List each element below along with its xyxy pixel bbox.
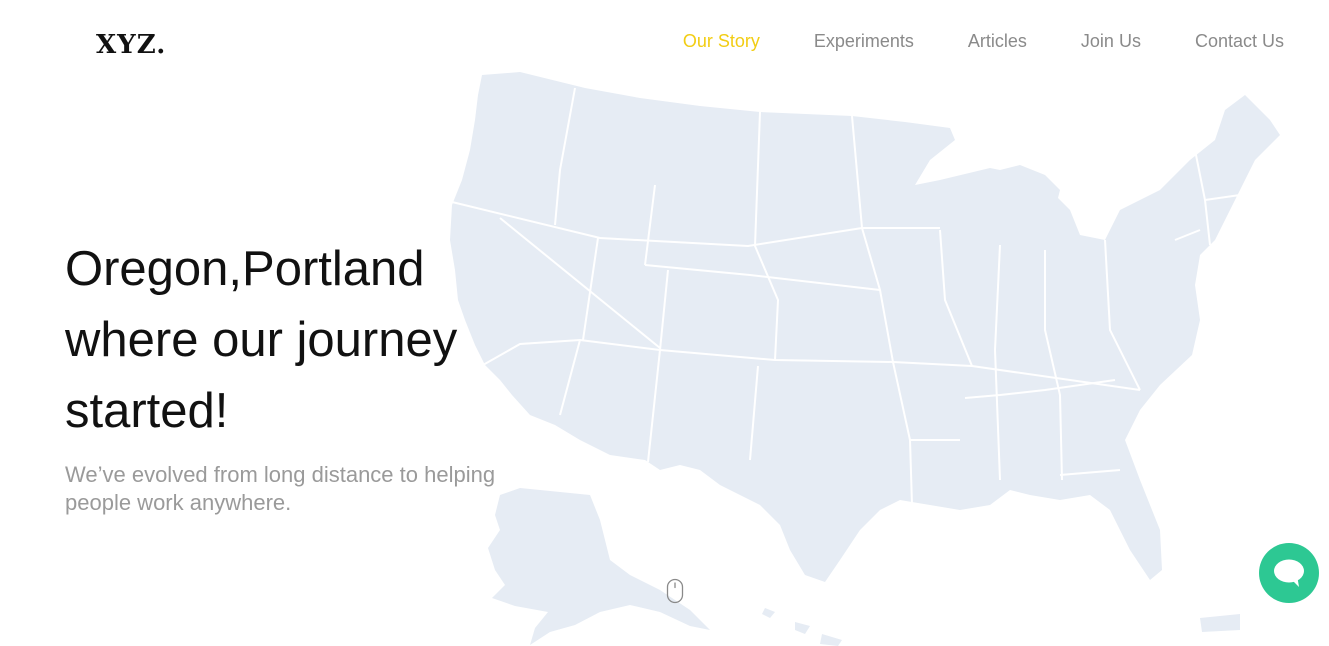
main-nav: Our Story Experiments Articles Join Us C… bbox=[683, 31, 1284, 52]
chat-button[interactable] bbox=[1259, 543, 1319, 603]
chat-bubble-icon bbox=[1274, 559, 1304, 587]
hero-subtitle-line: people work anywhere. bbox=[65, 490, 292, 515]
hero-title: Oregon,Portland where our journey starte… bbox=[65, 234, 585, 447]
hero-subtitle-line: We’ve evolved from long distance to help… bbox=[65, 462, 496, 487]
nav-item-our-story[interactable]: Our Story bbox=[683, 31, 760, 52]
hero-subtitle: We’ve evolved from long distance to help… bbox=[65, 461, 565, 517]
hero-title-line: Oregon,Portland bbox=[65, 242, 425, 296]
mouse-scroll-icon[interactable] bbox=[666, 578, 684, 604]
nav-item-articles[interactable]: Articles bbox=[968, 31, 1027, 52]
nav-item-contact-us[interactable]: Contact Us bbox=[1195, 31, 1284, 52]
nav-item-join-us[interactable]: Join Us bbox=[1081, 31, 1141, 52]
hero-title-line: where our journey bbox=[65, 313, 458, 367]
hero-title-line: started! bbox=[65, 384, 229, 438]
brand-logo[interactable]: XYZ. bbox=[96, 30, 166, 60]
nav-item-experiments[interactable]: Experiments bbox=[814, 31, 914, 52]
